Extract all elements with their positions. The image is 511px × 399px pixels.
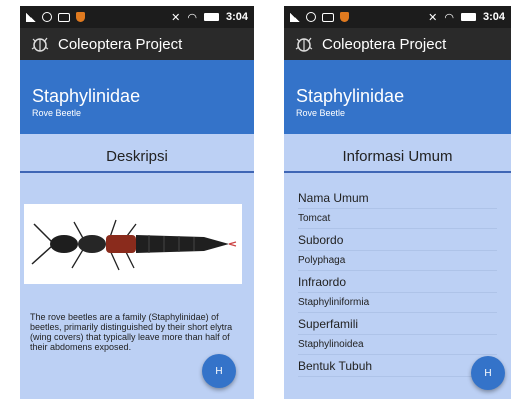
battery-icon: [460, 13, 476, 21]
status-bar: ✕ ◠ 3:04: [284, 6, 511, 28]
common-name: Rove Beetle: [296, 108, 346, 118]
mute-icon: ✕: [171, 11, 181, 24]
info-label: Nama Umum: [298, 187, 497, 209]
description-text: The rove beetles are a family (Staphylin…: [30, 312, 233, 352]
rove-beetle-illustration: [31, 219, 237, 271]
info-label: Bentuk Tubuh: [298, 355, 497, 377]
info-label: Infraordo: [298, 271, 497, 293]
species-header: Staphylinidae Rove Beetle: [20, 60, 254, 134]
status-time: 3:04: [482, 11, 505, 23]
beetle-image: [24, 204, 242, 284]
app-toolbar: Coleoptera Project: [284, 28, 511, 60]
app-title: Coleoptera Project: [322, 35, 447, 53]
info-value: Polyphaga: [298, 251, 497, 271]
section-title: Informasi Umum: [342, 148, 453, 165]
species-header: Staphylinidae Rove Beetle: [284, 60, 511, 134]
camera-icon: [42, 12, 52, 22]
message-icon: [58, 12, 70, 22]
beetle-logo-icon: [31, 37, 49, 52]
info-label: Subordo: [298, 229, 497, 251]
info-value: Staphylinoidea: [298, 335, 497, 355]
section-divider: [20, 171, 254, 173]
info-value: Staphyliniformia: [298, 293, 497, 313]
info-list: Nama Umum Tomcat Subordo Polyphaga Infraordo…: [284, 187, 511, 377]
family-name: Staphylinidae: [32, 86, 141, 106]
family-name: Staphylinidae: [296, 86, 405, 106]
fab-label: H: [215, 365, 223, 377]
app-toolbar: Coleoptera Project: [20, 28, 254, 60]
signal-icon: [290, 12, 300, 22]
camera-icon: [306, 12, 316, 22]
status-time: 3:04: [225, 11, 248, 23]
info-label: Superfamili: [298, 313, 497, 335]
home-fab-button[interactable]: H: [471, 356, 505, 390]
phone-screen-description: ✕ ◠ 3:04 Coleoptera Project Staphylinida…: [20, 6, 254, 399]
common-name: Rove Beetle: [32, 108, 82, 118]
shield-icon: [340, 12, 349, 22]
fab-label: H: [484, 367, 492, 379]
app-title: Coleoptera Project: [58, 35, 183, 53]
status-bar: ✕ ◠ 3:04: [20, 6, 254, 28]
phone-screen-general-info: ✕ ◠ 3:04 Coleoptera Project Staphylinida…: [284, 6, 511, 399]
mute-icon: ✕: [428, 11, 438, 24]
wifi-icon: ◠: [444, 11, 454, 24]
wifi-icon: ◠: [187, 11, 197, 24]
section-title: Deskripsi: [106, 148, 168, 165]
home-fab-button[interactable]: H: [202, 354, 236, 388]
info-value: Tomcat: [298, 209, 497, 229]
signal-icon: [26, 12, 36, 22]
shield-icon: [76, 12, 85, 22]
section-divider: [284, 171, 511, 173]
battery-icon: [203, 13, 219, 21]
beetle-logo-icon: [295, 37, 313, 52]
message-icon: [322, 12, 334, 22]
